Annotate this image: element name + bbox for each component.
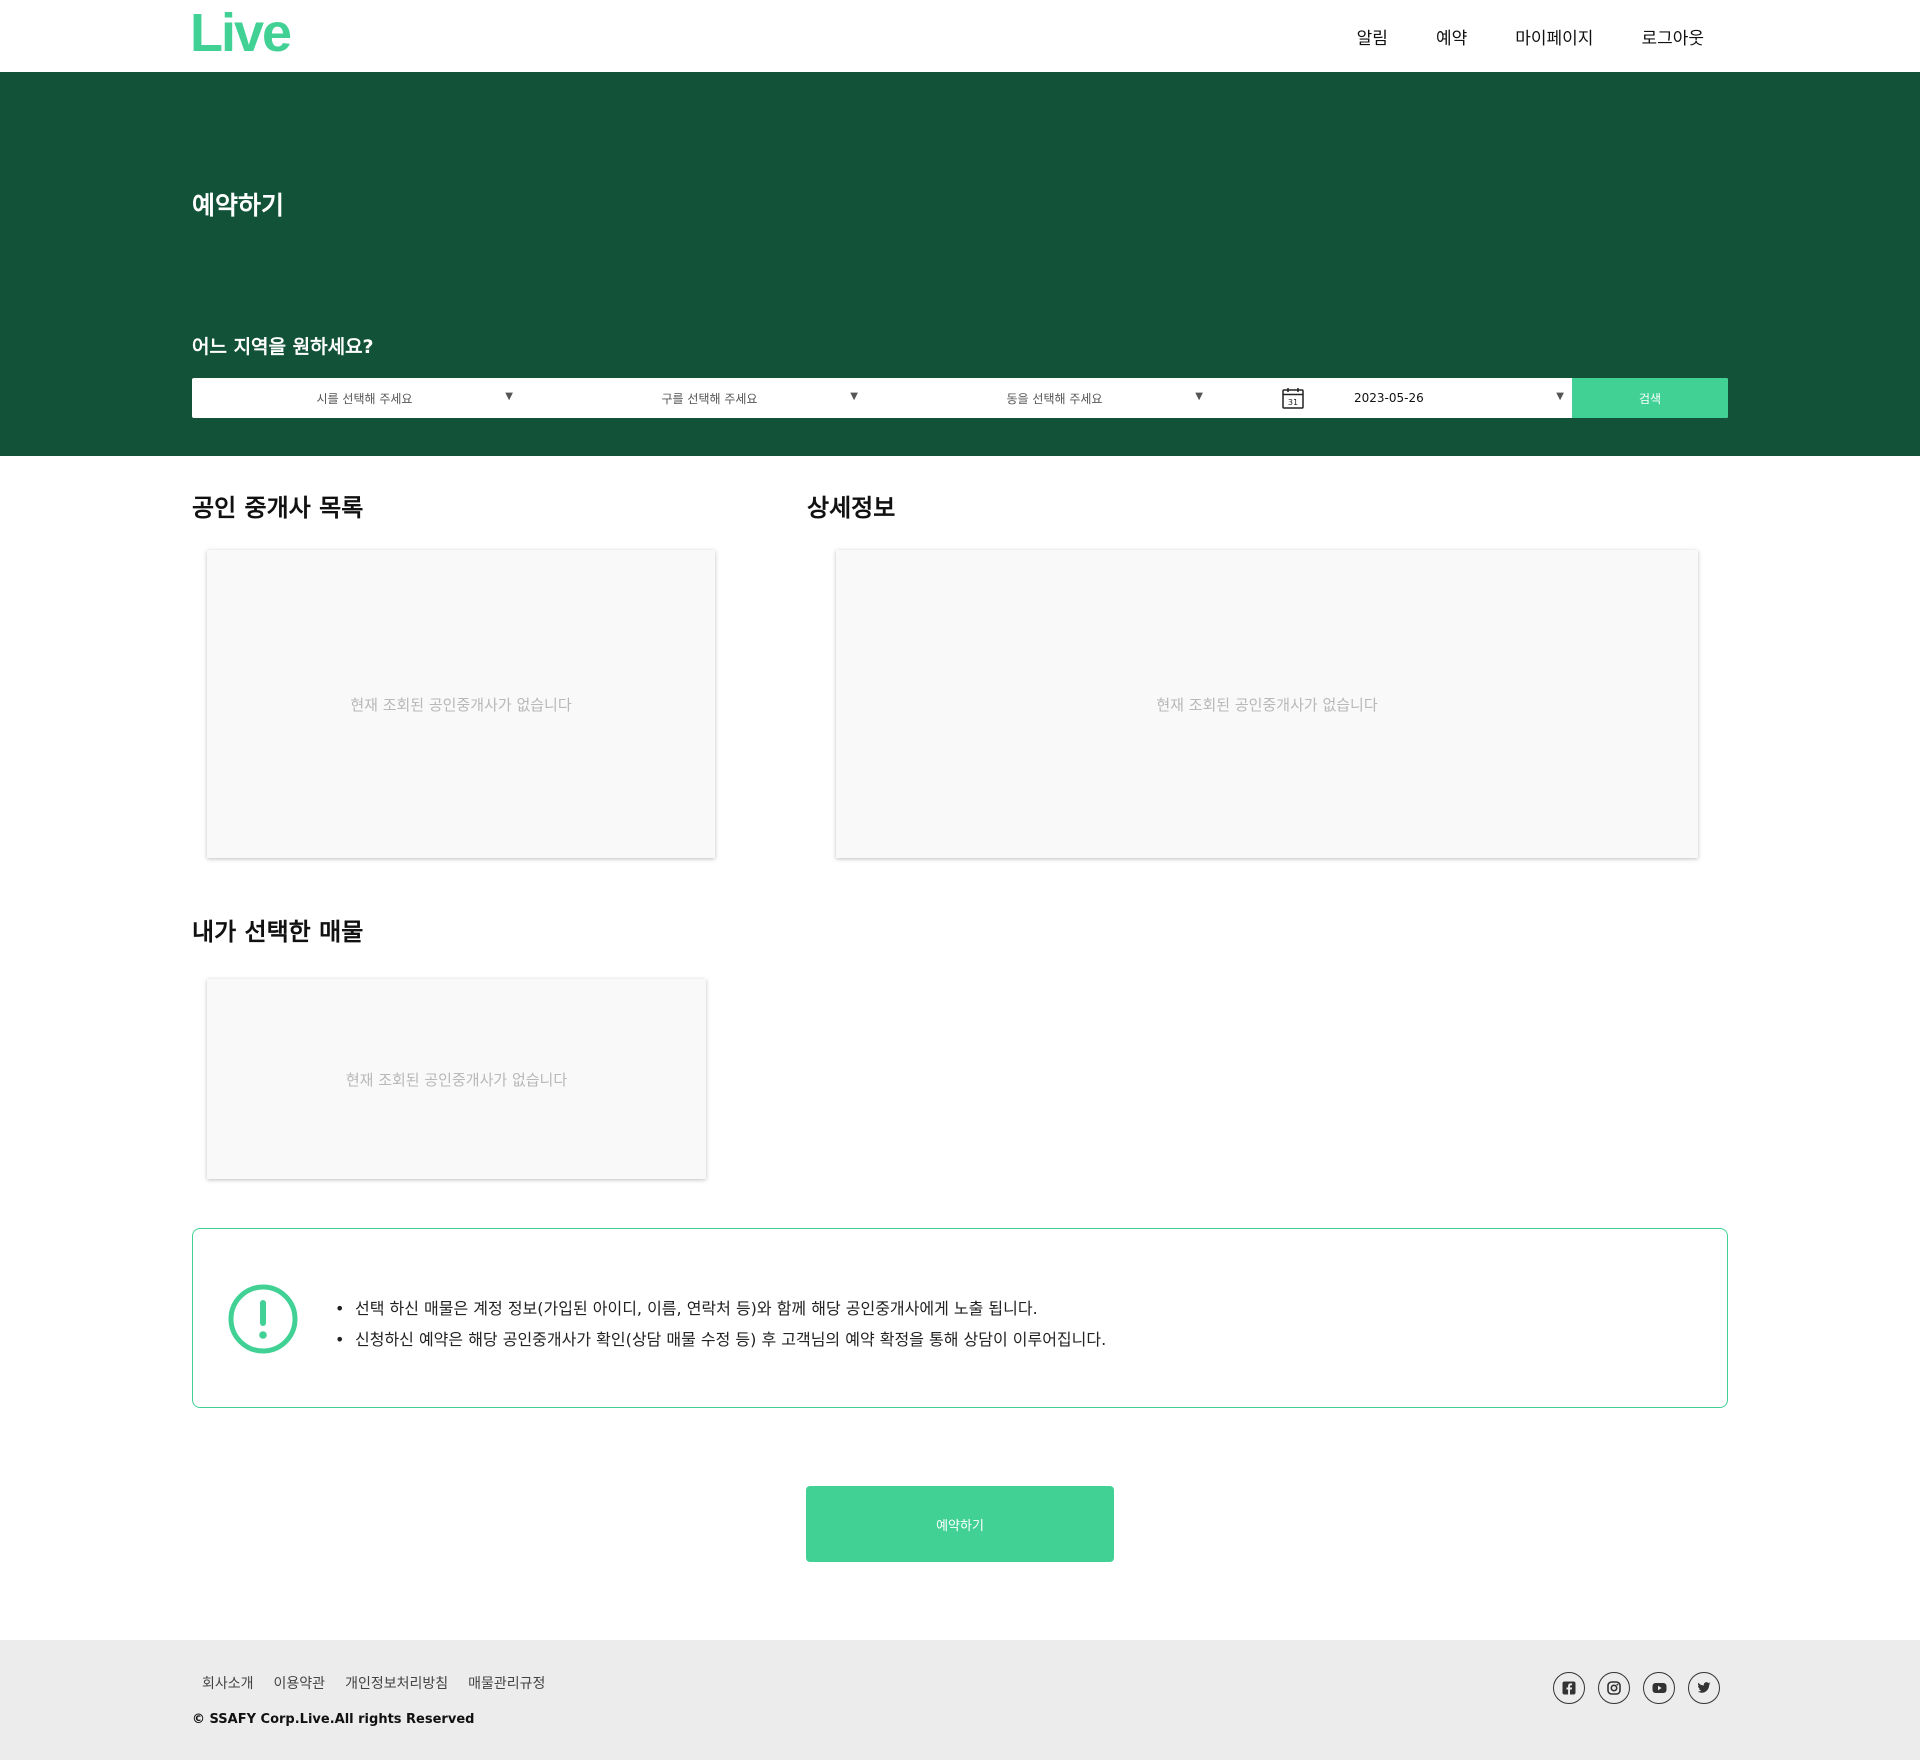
date-picker[interactable]: 31 2023-05-26 ▼ (1227, 378, 1572, 418)
youtube-icon[interactable] (1643, 1672, 1675, 1704)
footer-link-terms[interactable]: 이용약관 (274, 1673, 326, 1693)
detail-title: 상세정보 (807, 494, 896, 522)
notice-list: 선택 하신 매물은 계정 정보(가입된 아이디, 이름, 연락처 등)와 함께 … (333, 1293, 1106, 1355)
reserve-button[interactable]: 예약하기 (806, 1486, 1114, 1562)
footer-link-privacy[interactable]: 개인정보처리방침 (345, 1673, 448, 1693)
logo-text: Live (190, 3, 292, 63)
footer: 회사소개 이용약관 개인정보처리방침 매물관리규정 © SSAFY Corp.L… (0, 1640, 1920, 1760)
footer-link-about[interactable]: 회사소개 (202, 1673, 254, 1693)
top-header: Live 알림 예약 마이페이지 로그아웃 (0, 0, 1920, 72)
social-links (1553, 1672, 1720, 1704)
copyright: © SSAFY Corp.Live.All rights Reserved (192, 1712, 475, 1727)
nav-mypage[interactable]: 마이페이지 (1515, 24, 1593, 49)
district-select-label: 구를 선택해 주세요 (661, 391, 758, 406)
calendar-day: 31 (1288, 398, 1298, 407)
main-nav: 알림 예약 마이페이지 로그아웃 (1357, 24, 1704, 49)
nav-alarm[interactable]: 알림 (1357, 24, 1388, 49)
twitter-icon[interactable] (1688, 1672, 1720, 1704)
chevron-down-icon: ▼ (505, 391, 513, 402)
chevron-down-icon: ▼ (850, 391, 858, 402)
nav-reservation[interactable]: 예약 (1436, 24, 1467, 49)
detail-panel: 현재 조회된 공인중개사가 없습니다 (836, 550, 1698, 858)
chevron-down-icon: ▼ (1195, 391, 1203, 402)
notice-item: 선택 하신 매물은 계정 정보(가입된 아이디, 이름, 연락처 등)와 함께 … (333, 1293, 1106, 1324)
exclamation-icon (228, 1284, 298, 1354)
logo[interactable]: Live (190, 6, 292, 60)
nav-logout[interactable]: 로그아웃 (1641, 24, 1704, 49)
calendar-icon: 31 (1282, 388, 1304, 409)
my-listing-title: 내가 선택한 매물 (192, 918, 364, 946)
empty-message: 현재 조회된 공인중개사가 없습니다 (1156, 695, 1378, 714)
page-title: 예약하기 (192, 191, 285, 220)
dong-select-label: 동을 선택해 주세요 (1006, 391, 1103, 406)
date-value: 2023-05-26 (1354, 391, 1424, 405)
hero-banner: 예약하기 어느 지역을 원하세요? 시를 선택해 주세요 ▼ 구를 선택해 주세… (0, 72, 1920, 456)
city-select-label: 시를 선택해 주세요 (316, 391, 413, 406)
dong-select[interactable]: 동을 선택해 주세요 ▼ (882, 378, 1227, 418)
facebook-icon[interactable] (1553, 1672, 1585, 1704)
chevron-down-icon: ▼ (1556, 391, 1564, 402)
instagram-icon[interactable] (1598, 1672, 1630, 1704)
agent-list-panel: 현재 조회된 공인중개사가 없습니다 (207, 550, 715, 858)
footer-links: 회사소개 이용약관 개인정보처리방침 매물관리규정 (202, 1673, 545, 1693)
notice-box: 선택 하신 매물은 계정 정보(가입된 아이디, 이름, 연락처 등)와 함께 … (192, 1228, 1728, 1408)
my-listing-panel: 현재 조회된 공인중개사가 없습니다 (207, 979, 706, 1179)
empty-message: 현재 조회된 공인중개사가 없습니다 (350, 695, 572, 714)
footer-link-listing-policy[interactable]: 매물관리규정 (468, 1673, 545, 1693)
city-select[interactable]: 시를 선택해 주세요 ▼ (192, 378, 537, 418)
region-question: 어느 지역을 원하세요? (192, 336, 374, 358)
notice-item: 신청하신 예약은 해당 공인중개사가 확인(상담 매물 수정 등) 후 고객님의… (333, 1324, 1106, 1355)
district-select[interactable]: 구를 선택해 주세요 ▼ (537, 378, 882, 418)
search-button[interactable]: 검색 (1572, 378, 1728, 418)
empty-message: 현재 조회된 공인중개사가 없습니다 (345, 1070, 568, 1089)
agent-list-title: 공인 중개사 목록 (192, 494, 364, 522)
region-search-bar: 시를 선택해 주세요 ▼ 구를 선택해 주세요 ▼ 동을 선택해 주세요 ▼ 3… (192, 378, 1728, 418)
